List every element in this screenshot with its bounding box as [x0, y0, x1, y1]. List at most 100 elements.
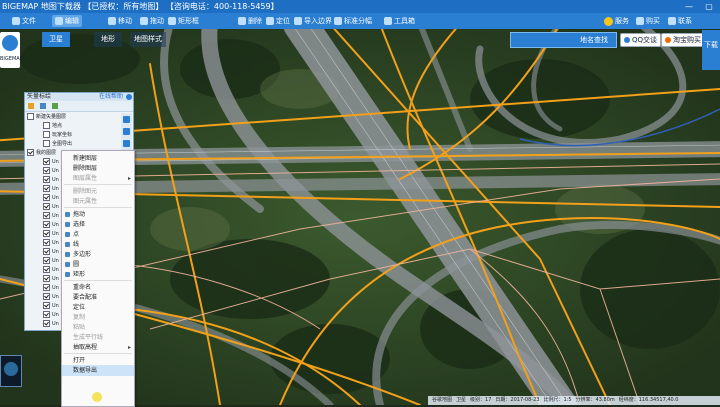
- layer-checkbox[interactable]: [27, 113, 34, 120]
- online-help-link[interactable]: 在线帮助: [99, 93, 123, 101]
- layer-tree-item[interactable]: Un: [43, 302, 59, 310]
- layer-tree-item[interactable]: Un: [43, 293, 59, 301]
- layer-tree-item[interactable]: 新建矢量图层: [27, 113, 66, 121]
- toolbar-edit-label: 编辑: [65, 17, 79, 25]
- layer-tree-label: Un: [52, 240, 59, 246]
- tab-satellite[interactable]: 卫星: [42, 32, 70, 47]
- layer-checkbox[interactable]: [43, 275, 50, 282]
- layer-tree-label: Un: [52, 222, 59, 228]
- toolbar-rect-label: 矩形框: [178, 17, 199, 25]
- toolbar-grid-button[interactable]: 标准分幅: [334, 15, 372, 27]
- overview-minimap[interactable]: [0, 355, 22, 387]
- layer-tree-item[interactable]: Un: [43, 248, 59, 256]
- layer-tree-item[interactable]: Un: [43, 212, 59, 220]
- layer-tree-item[interactable]: Un: [43, 266, 59, 274]
- layer-tree-item[interactable]: Un: [43, 320, 59, 328]
- layer-tree-item[interactable]: Un: [43, 221, 59, 229]
- buy-button[interactable]: 购买: [636, 14, 660, 28]
- layer-checkbox[interactable]: [43, 257, 50, 264]
- contact-button[interactable]: 联系: [668, 14, 692, 28]
- layer-checkbox[interactable]: [43, 131, 50, 138]
- layer-checkbox[interactable]: [27, 149, 34, 156]
- maximize-button[interactable]: ▢: [700, 0, 718, 13]
- toolbar-pan-button[interactable]: 拖动: [140, 15, 164, 27]
- hand-icon[interactable]: [123, 116, 130, 123]
- toolbox-icon: [384, 17, 392, 25]
- layer-checkbox[interactable]: [43, 212, 50, 219]
- layer-tree-item[interactable]: Un: [43, 230, 59, 238]
- point-icon[interactable]: [123, 140, 130, 147]
- layer-checkbox[interactable]: [43, 167, 50, 174]
- status-bar: 谷歌地图 卫星 级别：17 日期：2017-08-23 比例尺：1:5 分辨率：43.80…: [428, 396, 720, 405]
- pointer-icon[interactable]: [123, 128, 130, 135]
- minimize-button[interactable]: —: [680, 0, 698, 13]
- layer-checkbox[interactable]: [43, 284, 50, 291]
- toolbar-move-button[interactable]: 移动: [108, 15, 132, 27]
- layer-checkbox[interactable]: [43, 203, 50, 210]
- layer-checkbox[interactable]: [43, 320, 50, 327]
- layer-tree-item[interactable]: Un: [43, 257, 59, 265]
- layer-checkbox[interactable]: [43, 140, 50, 147]
- layer-checkbox[interactable]: [43, 194, 50, 201]
- menu-separator: [64, 353, 132, 354]
- taobao-icon: [665, 37, 671, 43]
- toolbar-toolbox-button[interactable]: 工具箱: [384, 15, 415, 27]
- context-menu-item[interactable]: 矩形: [62, 269, 134, 280]
- service-button[interactable]: 服务: [604, 14, 629, 28]
- layer-tree-item[interactable]: Un: [43, 284, 59, 292]
- toolbar-locate-button[interactable]: 定位: [266, 15, 290, 27]
- layer-tree-item[interactable]: Un: [43, 167, 59, 175]
- layer-checkbox[interactable]: [43, 230, 50, 237]
- close-icon[interactable]: [126, 94, 132, 100]
- layer-tree-item[interactable]: 地点: [43, 122, 62, 130]
- layer-tree-item[interactable]: Un: [43, 185, 59, 193]
- layer-tree-item[interactable]: Un: [43, 239, 59, 247]
- layer-checkbox[interactable]: [43, 311, 50, 318]
- context-menu-item[interactable]: 数据导出: [62, 365, 134, 376]
- context-menu-item[interactable]: 图元属性: [62, 196, 134, 207]
- layer-checkbox[interactable]: [43, 122, 50, 129]
- layer-tree-item[interactable]: Un: [43, 158, 59, 166]
- layer-tree-item[interactable]: 全图导出: [43, 140, 72, 148]
- toolbar-rect-button[interactable]: 矩形框: [168, 15, 199, 27]
- layer-checkbox[interactable]: [43, 221, 50, 228]
- cart-icon: [636, 17, 644, 25]
- layer-checkbox[interactable]: [43, 239, 50, 246]
- qq-chat-button[interactable]: QQ交谈: [620, 33, 662, 47]
- layer-tree-item[interactable]: 我的图层: [27, 149, 56, 157]
- layer-tree-item[interactable]: 玩家坐标: [43, 131, 72, 139]
- layer-checkbox[interactable]: [43, 176, 50, 183]
- download-panel-tab[interactable]: 下载: [702, 30, 720, 70]
- menu-separator: [64, 207, 132, 208]
- layer-tree-item[interactable]: Un: [43, 275, 59, 283]
- rectangle-icon: [65, 272, 70, 277]
- status-item: 分辨率：43.80m: [575, 397, 615, 403]
- layer-checkbox[interactable]: [43, 266, 50, 273]
- layer-checkbox[interactable]: [43, 248, 50, 255]
- folder-icon[interactable]: [28, 103, 34, 109]
- taobao-buy-button[interactable]: 淘宝购买: [661, 33, 705, 47]
- context-menu-item[interactable]: 图层属性 ▸: [62, 173, 134, 184]
- status-item: 日期：2017-08-23: [495, 397, 540, 403]
- layer-checkbox[interactable]: [43, 293, 50, 300]
- toolbar-delete-button[interactable]: 删除: [238, 15, 262, 27]
- tab-map-style[interactable]: 地图样式: [130, 32, 166, 47]
- toolbar-edit-button[interactable]: 编辑: [52, 15, 82, 27]
- add-layer-icon[interactable]: [52, 103, 58, 109]
- context-menu-item[interactable]: 抽取高程 ▸: [62, 342, 134, 353]
- layer-checkbox[interactable]: [43, 158, 50, 165]
- layer-tree-label: Un: [52, 168, 59, 174]
- layer-tree-item[interactable]: Un: [43, 194, 59, 202]
- layer-checkbox[interactable]: [43, 302, 50, 309]
- toolbar-file-button[interactable]: 文件: [12, 15, 36, 27]
- toolbar-import-boundary-button[interactable]: 导入边界: [294, 15, 332, 27]
- layer-tree-item[interactable]: Un: [43, 176, 59, 184]
- layer-checkbox[interactable]: [43, 185, 50, 192]
- layer-tree-item[interactable]: Un: [43, 311, 59, 319]
- toolbar-delete-label: 删除: [248, 17, 262, 25]
- tab-terrain[interactable]: 地形: [94, 32, 122, 47]
- layer-tree-item[interactable]: Un: [43, 203, 59, 211]
- menu-separator: [64, 184, 132, 185]
- save-icon[interactable]: [40, 103, 46, 109]
- place-search-button[interactable]: 地名查找: [510, 32, 617, 48]
